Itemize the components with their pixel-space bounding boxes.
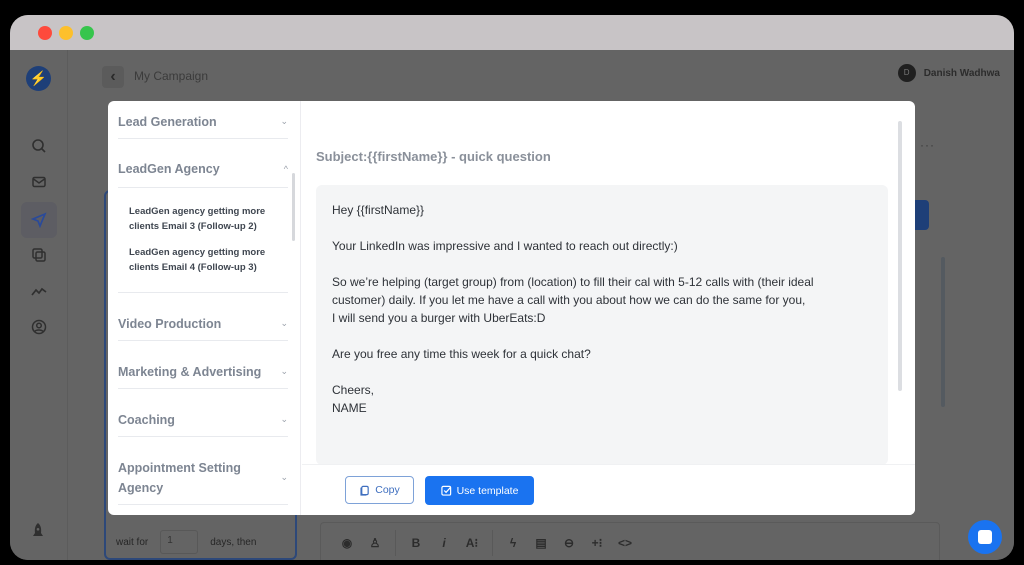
- email-body-line: So we’re helping (target group) from (lo…: [332, 275, 814, 289]
- category-leadgen-agency[interactable]: LeadGen Agency ^: [118, 151, 288, 188]
- chevron-down-icon: ⌄: [280, 318, 288, 328]
- browser-window: ⚡ ‹ My Campaign D Danish Wadhwa ··· wait…: [10, 15, 1014, 560]
- user-menu[interactable]: D Danish Wadhwa: [897, 64, 1000, 82]
- template-item[interactable]: LeadGen agency getting more clients Emai…: [129, 204, 289, 234]
- category-label: Lead Generation: [118, 114, 217, 129]
- sidebar: ⚡: [10, 50, 68, 560]
- italic-icon[interactable]: i: [430, 536, 458, 550]
- use-template-button[interactable]: Use template: [425, 476, 534, 505]
- chevron-down-icon: ⌄: [280, 472, 288, 482]
- background-action-button[interactable]: [913, 200, 929, 230]
- email-body-line: Your LinkedIn was impressive and I wante…: [332, 239, 678, 253]
- category-marketing-advertising[interactable]: Marketing & Advertising ⌄: [118, 355, 288, 389]
- copy-icon[interactable]: [27, 243, 51, 267]
- modal-footer: Copy Use template: [302, 464, 915, 515]
- category-label: Coaching: [118, 412, 175, 427]
- email-body-line: Cheers,: [332, 383, 375, 397]
- email-body: Hey {{firstName}} Your LinkedIn was impre…: [316, 185, 888, 465]
- more-options-icon[interactable]: ···: [920, 138, 935, 152]
- minimize-window-button[interactable]: [59, 26, 73, 40]
- category-label: Appointment Setting Agency: [118, 460, 241, 495]
- wait-delay-row: wait for 1 days, then: [116, 530, 256, 554]
- category-lead-generation[interactable]: Lead Generation ⌄: [118, 105, 288, 139]
- email-subject: Subject:{{firstName}} - quick question: [316, 149, 551, 164]
- category-scrollbar[interactable]: [292, 173, 295, 241]
- maximize-window-button[interactable]: [80, 26, 94, 40]
- chevron-left-icon: ‹: [110, 68, 116, 85]
- copy-label: Copy: [375, 484, 400, 496]
- insert-variable-icon[interactable]: +⁝: [583, 536, 611, 550]
- analytics-icon[interactable]: [27, 279, 51, 303]
- toolbar-divider: [492, 530, 493, 556]
- clock-icon[interactable]: ◉: [333, 536, 361, 550]
- profile-icon[interactable]: [27, 315, 51, 339]
- preview-scrollbar[interactable]: [898, 121, 902, 391]
- avatar: D: [897, 64, 916, 82]
- background-scrollbar[interactable]: [941, 257, 945, 407]
- user-name: Danish Wadhwa: [923, 67, 1000, 79]
- title-bar: [10, 15, 1014, 50]
- template-preview: Subject:{{firstName}} - quick question H…: [302, 101, 915, 515]
- email-body-line: Hey {{firstName}}: [332, 203, 425, 217]
- editor-toolbar: ◉ ♙ B i A⁝ ϟ ▤ ⊖ +⁝ <>: [320, 522, 940, 560]
- days-label: days, then: [210, 536, 257, 548]
- close-window-button[interactable]: [38, 26, 52, 40]
- email-body-line: Are you free any time this week for a qu…: [332, 347, 591, 361]
- chat-button[interactable]: [968, 520, 1002, 554]
- category-label: Marketing & Advertising: [118, 364, 262, 379]
- divider: [118, 292, 288, 293]
- category-label: Video Production: [118, 316, 222, 331]
- search-icon[interactable]: [27, 134, 51, 158]
- email-body-line: customer) daily. If you let me have a ca…: [332, 293, 806, 307]
- category-label: LeadGen Agency: [118, 162, 220, 176]
- template-picker-modal: Lead Generation ⌄ LeadGen Agency ^ LeadG…: [108, 101, 915, 515]
- toolbar-divider: [395, 530, 396, 556]
- chevron-down-icon: ⌄: [280, 366, 288, 376]
- back-button[interactable]: ‹: [102, 66, 124, 88]
- chat-icon: [978, 530, 992, 544]
- category-coaching[interactable]: Coaching ⌄: [118, 403, 288, 437]
- send-icon[interactable]: [21, 202, 57, 238]
- chevron-down-icon: ⌄: [280, 116, 288, 126]
- copy-icon: [360, 485, 369, 496]
- category-video-production[interactable]: Video Production ⌄: [118, 307, 288, 341]
- rocket-icon[interactable]: [30, 522, 46, 538]
- bolt-icon[interactable]: ⚡: [26, 66, 51, 91]
- breadcrumb[interactable]: My Campaign: [134, 69, 208, 83]
- bolt-icon[interactable]: ϟ: [499, 536, 527, 550]
- category-appointment-setting-agency[interactable]: Appointment Setting Agency ⌄: [118, 451, 288, 505]
- chevron-up-icon: ^: [283, 164, 288, 174]
- email-body-line: NAME: [332, 401, 367, 415]
- email-body-line: I will send you a burger with UberEats:D: [332, 311, 546, 325]
- wait-label: wait for: [116, 536, 149, 548]
- stamp-icon[interactable]: ♙: [361, 536, 389, 550]
- checkbox-edit-icon: [440, 485, 451, 496]
- bold-icon[interactable]: B: [402, 536, 430, 550]
- template-item[interactable]: LeadGen agency getting more clients Emai…: [129, 245, 289, 275]
- chevron-down-icon: ⌄: [280, 414, 288, 424]
- font-size-icon[interactable]: A⁝: [458, 536, 486, 550]
- category-list: Lead Generation ⌄ LeadGen Agency ^ LeadG…: [108, 101, 301, 515]
- code-icon[interactable]: <>: [611, 536, 639, 550]
- link-icon[interactable]: ⊖: [555, 536, 583, 550]
- copy-button[interactable]: Copy: [345, 476, 414, 504]
- mail-icon[interactable]: [27, 170, 51, 194]
- wait-days-input[interactable]: 1: [160, 530, 199, 554]
- use-template-label: Use template: [456, 484, 519, 497]
- template-icon[interactable]: ▤: [527, 536, 555, 550]
